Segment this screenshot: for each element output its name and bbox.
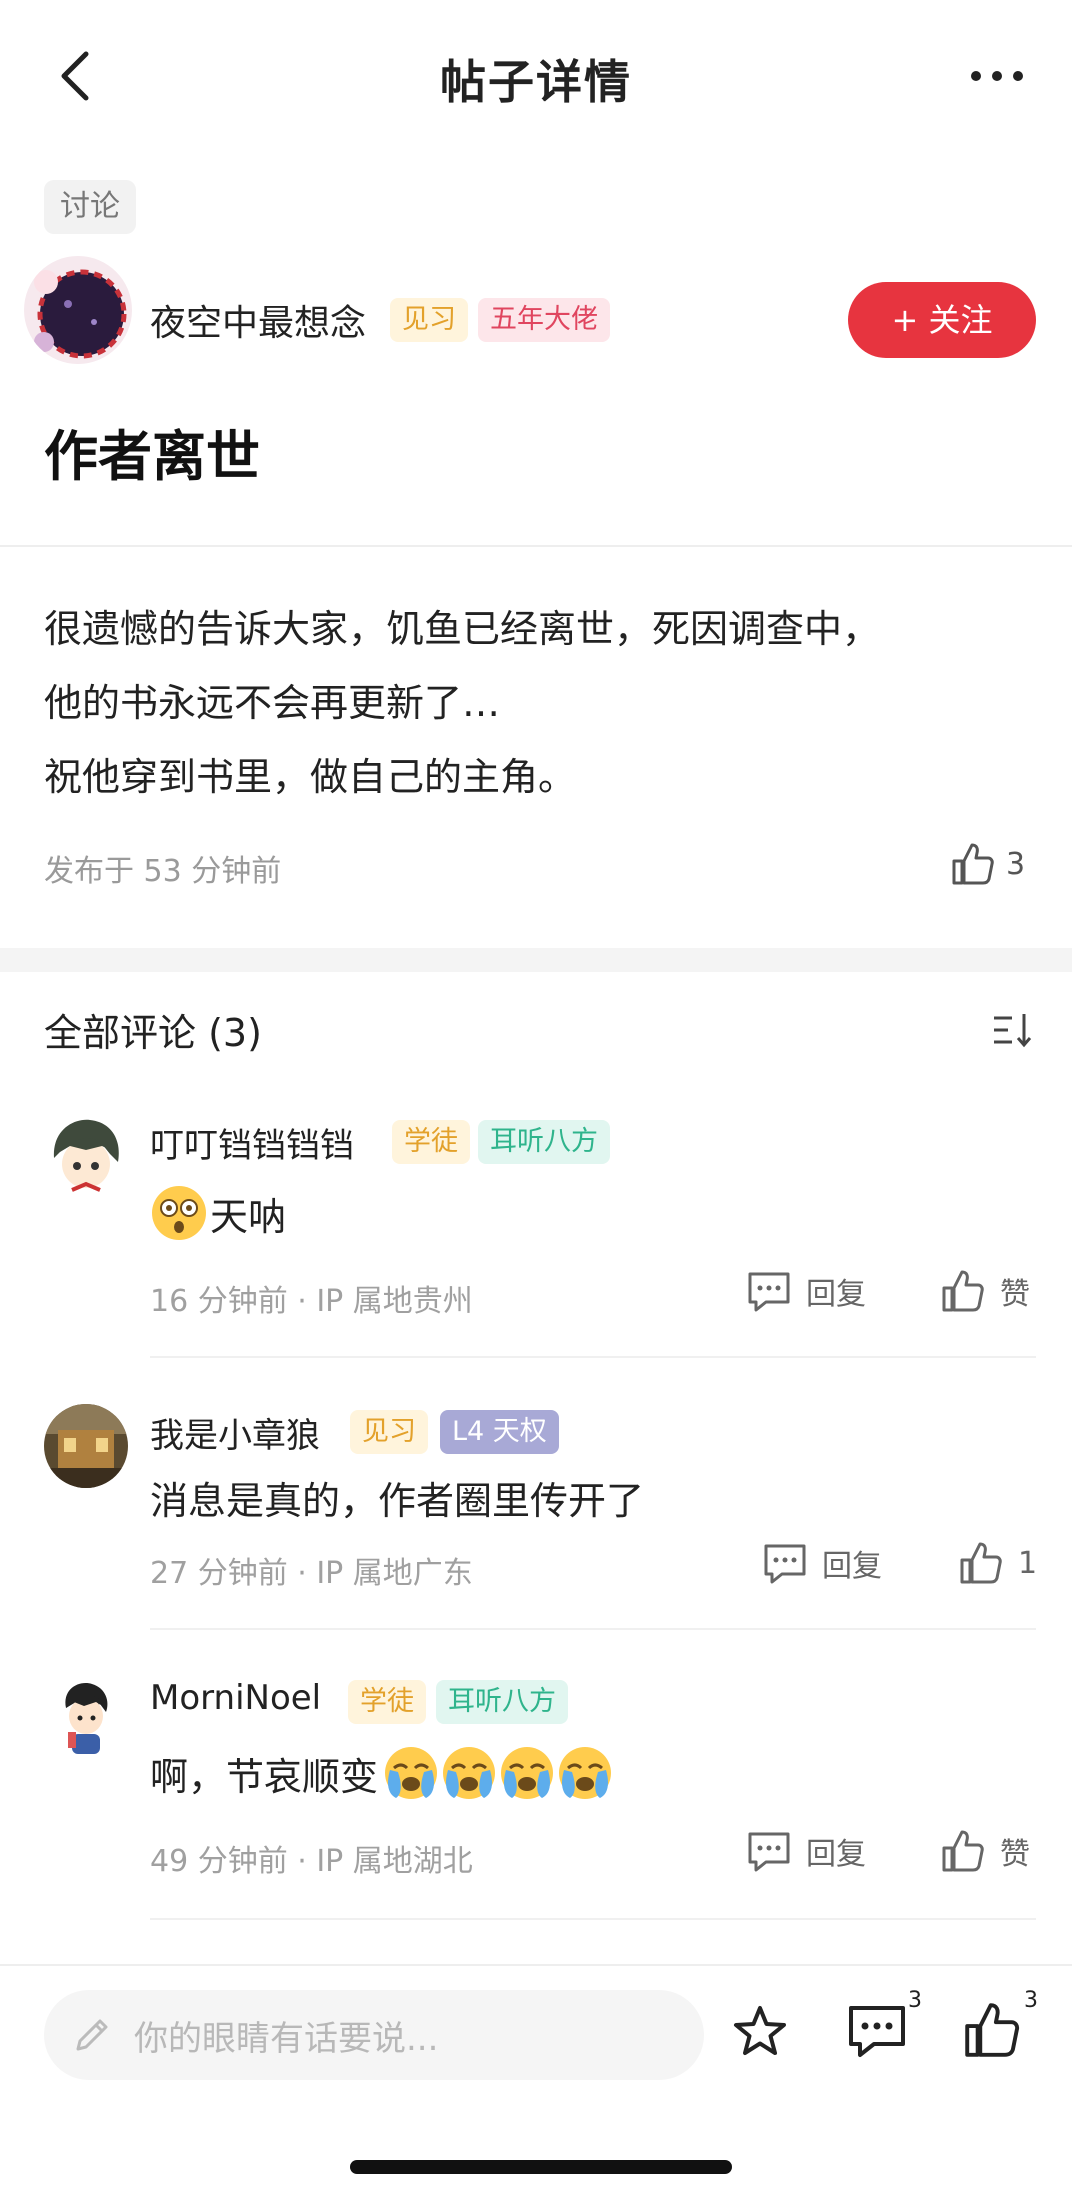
crying-emoji xyxy=(385,1747,438,1799)
thumbs-up-icon xyxy=(952,843,994,885)
reply-button[interactable]: 回复 xyxy=(746,1268,866,1314)
level-badge: 学徒 xyxy=(392,1120,470,1164)
thumbs-up-icon xyxy=(965,2003,1020,2057)
commenter-name[interactable]: 叮叮铛铛铛铛 xyxy=(150,1118,354,1167)
favorite-button[interactable] xyxy=(730,1998,800,2068)
comment-avatar[interactable] xyxy=(44,1114,128,1198)
follow-button[interactable]: + 关注 xyxy=(848,282,1036,358)
comments-button[interactable]: 3 xyxy=(846,1988,936,2068)
comment-like-button[interactable]: 赞 xyxy=(940,1828,1030,1874)
reply-button[interactable]: 回复 xyxy=(762,1540,882,1586)
comment-count: 3 xyxy=(908,1988,922,2013)
comment-meta: 16 分钟前 · IP 属地贵州 xyxy=(150,1284,473,1319)
post-body: 很遗憾的告诉大家，饥鱼已经离世，死因调查中， 他的书永远不会再更新了… 祝他穿到… xyxy=(44,592,1034,814)
comment-like-button[interactable]: 1 xyxy=(958,1540,1037,1586)
topic-tag[interactable]: 讨论 xyxy=(44,180,136,234)
crying-emoji xyxy=(501,1747,554,1799)
bottom-bar: 你的眼睛有话要说... 3 3 xyxy=(0,1964,1072,2194)
chat-icon xyxy=(748,1832,790,1872)
shocked-emoji xyxy=(152,1186,206,1240)
level-badge: 学徒 xyxy=(348,1680,426,1724)
like-button[interactable]: 3 xyxy=(962,1988,1052,2068)
divider xyxy=(0,545,1072,547)
thumbs-up-icon xyxy=(942,1270,984,1312)
thumbs-up-icon xyxy=(960,1542,1002,1584)
post-title: 作者离世 xyxy=(44,424,260,488)
post-body-line: 很遗憾的告诉大家，饥鱼已经离世，死因调查中， xyxy=(44,607,881,651)
comment-meta: 49 分钟前 · IP 属地湖北 xyxy=(150,1844,473,1879)
crying-emoji xyxy=(559,1747,612,1799)
comment-divider xyxy=(150,1356,1036,1358)
sort-icon xyxy=(994,1014,1032,1048)
header: 帖子详情 xyxy=(0,0,1072,150)
star-icon xyxy=(734,2006,786,2055)
comment-text: 天呐 xyxy=(150,1184,286,1242)
post-like-count: 3 xyxy=(1006,846,1026,882)
title-badge: 耳听八方 xyxy=(478,1120,610,1164)
comment-avatar[interactable] xyxy=(44,1674,128,1758)
chat-icon xyxy=(748,1272,790,1312)
comment-meta: 27 分钟前 · IP 属地广东 xyxy=(150,1556,473,1591)
section-divider xyxy=(0,948,1072,972)
sort-button[interactable] xyxy=(990,1010,1036,1050)
commenter-name[interactable]: MorniNoel xyxy=(150,1678,321,1718)
comment-input[interactable]: 你的眼睛有话要说... xyxy=(44,1990,704,2080)
reply-button[interactable]: 回复 xyxy=(746,1828,866,1874)
more-button[interactable] xyxy=(962,54,1032,98)
comment-input-placeholder: 你的眼睛有话要说... xyxy=(134,2018,439,2059)
comments-heading: 全部评论 (3) xyxy=(44,1011,262,1055)
comment-text: 消息是真的，作者圈里传开了 xyxy=(150,1479,645,1523)
home-indicator xyxy=(350,2160,732,2174)
page-title: 帖子详情 xyxy=(440,55,632,109)
comment-like-button[interactable]: 赞 xyxy=(940,1268,1030,1314)
thumbs-up-icon xyxy=(942,1830,984,1872)
chat-icon xyxy=(849,2006,905,2057)
post-like-button[interactable]: 3 xyxy=(950,836,1025,892)
post-body-line: 祝他穿到书里，做自己的主角。 xyxy=(44,755,577,799)
post-body-line: 他的书永远不会再更新了… xyxy=(44,681,501,725)
commenter-name[interactable]: 我是小章狼 xyxy=(150,1408,320,1457)
author-name[interactable]: 夜空中最想念 xyxy=(150,294,366,346)
comment-divider xyxy=(150,1628,1036,1630)
post-timestamp: 发布于 53 分钟前 xyxy=(44,854,282,889)
comment-divider xyxy=(150,1918,1036,1920)
title-badge: 耳听八方 xyxy=(436,1680,568,1724)
author-avatar[interactable] xyxy=(24,256,132,364)
chat-icon xyxy=(764,1544,806,1584)
like-count: 3 xyxy=(1024,1988,1038,2013)
comment-text: 啊，节哀顺变 xyxy=(150,1744,614,1802)
title-badge: 五年大佬 xyxy=(478,298,610,342)
comment-avatar[interactable] xyxy=(44,1404,128,1488)
pencil-icon xyxy=(76,2019,108,2051)
more-icon xyxy=(971,71,1023,81)
level-badge: 见习 xyxy=(390,298,468,342)
title-badge: L4 天权 xyxy=(440,1410,559,1454)
crying-emoji xyxy=(443,1747,496,1799)
level-badge: 见习 xyxy=(350,1410,428,1454)
